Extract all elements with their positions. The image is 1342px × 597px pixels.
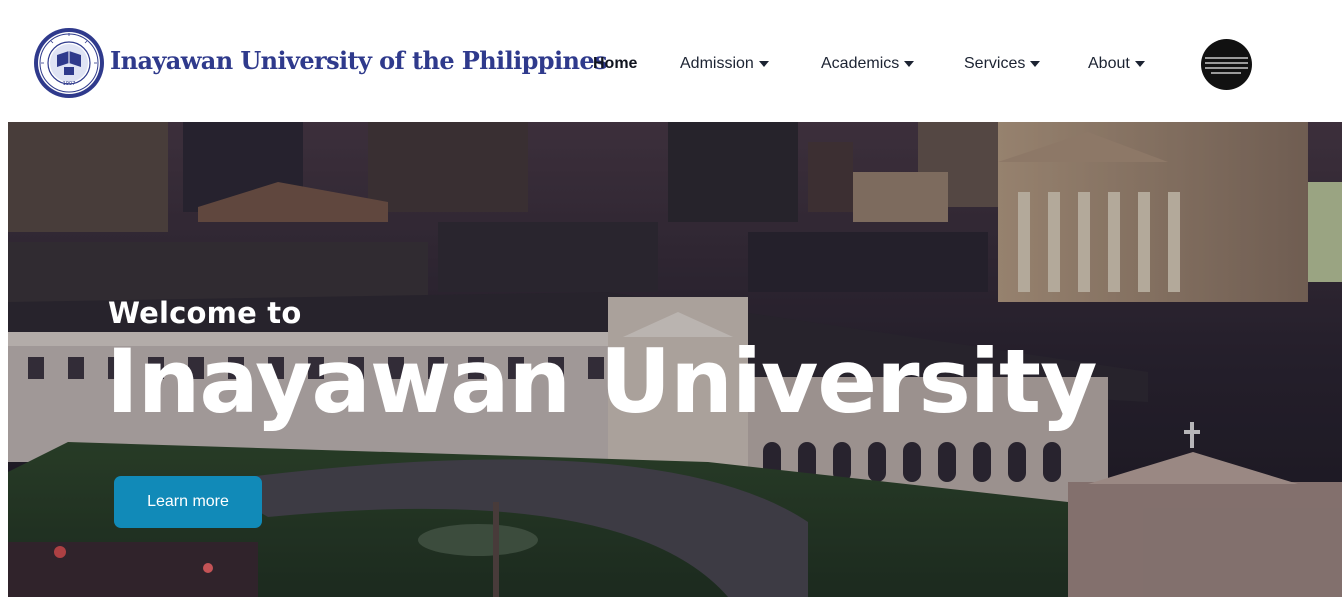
site-header: 1907 Inayawan University of the Philippi…: [0, 0, 1342, 122]
caret-down-icon: [1134, 60, 1145, 67]
nav-academics-label: Academics: [821, 55, 900, 72]
nav-home-label: Home: [593, 55, 638, 72]
caret-down-icon: [1030, 60, 1041, 67]
university-seal-logo[interactable]: 1907: [33, 27, 105, 99]
nav-about[interactable]: About: [1088, 54, 1145, 74]
nav-home[interactable]: Home: [593, 54, 637, 74]
caret-down-icon: [904, 60, 915, 67]
brand-name[interactable]: Inayawan University of the Philippines: [110, 46, 608, 75]
hero-title: Inayawan University: [106, 330, 1097, 433]
nav-services-label: Services: [964, 55, 1026, 72]
nav-admission-label: Admission: [680, 55, 754, 72]
nav-academics[interactable]: Academics: [821, 54, 915, 74]
nav-services[interactable]: Services: [964, 54, 1041, 74]
nav-admission[interactable]: Admission: [680, 54, 769, 74]
learn-more-button[interactable]: Learn more: [114, 476, 262, 528]
user-avatar-icon[interactable]: [1201, 39, 1252, 90]
hero-banner: Welcome to Inayawan University Learn mor…: [8, 122, 1342, 597]
nav-about-label: About: [1088, 55, 1130, 72]
hero-welcome-text: Welcome to: [108, 296, 302, 330]
seal-year-text: 1907: [63, 81, 76, 87]
caret-down-icon: [758, 60, 769, 67]
